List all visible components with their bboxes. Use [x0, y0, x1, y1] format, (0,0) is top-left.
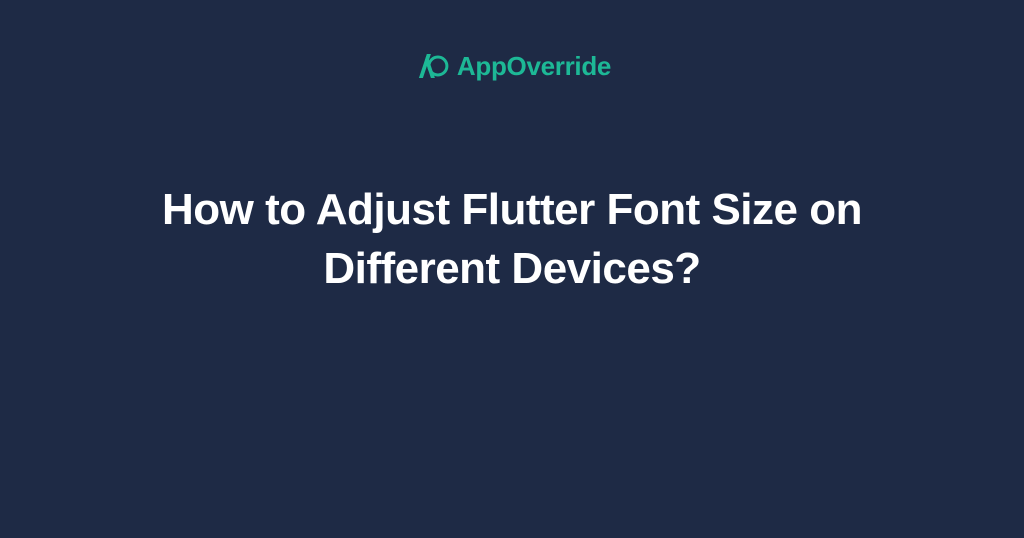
brand-name: AppOverride	[457, 51, 611, 82]
logo-icon	[413, 48, 449, 84]
brand-logo: AppOverride	[413, 48, 611, 84]
page-title: How to Adjust Flutter Font Size on Diffe…	[152, 180, 872, 299]
